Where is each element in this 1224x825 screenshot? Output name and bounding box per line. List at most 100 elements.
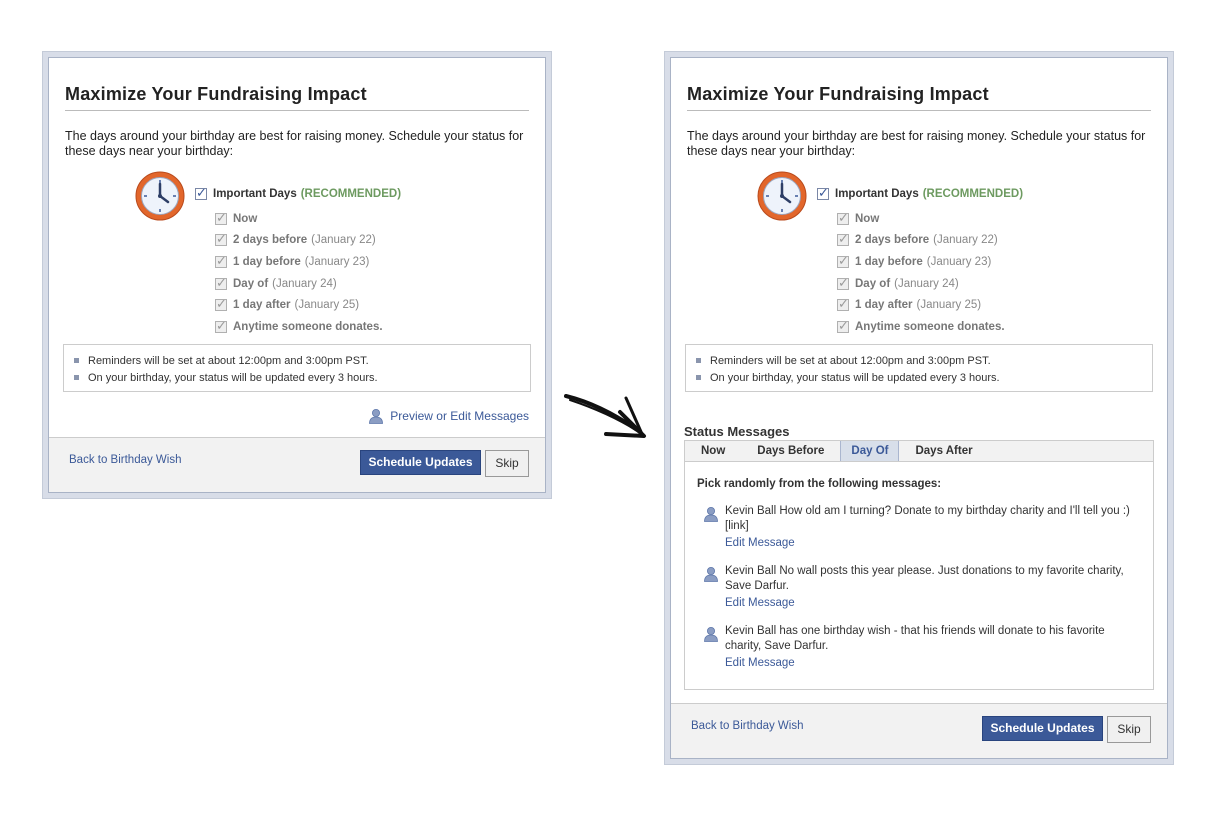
day-option-label: 1 day before bbox=[855, 255, 923, 268]
day-option-label: Day of bbox=[855, 277, 891, 290]
edit-message-link[interactable]: Edit Message bbox=[725, 597, 795, 609]
edit-message-link[interactable]: Edit Message bbox=[725, 537, 795, 549]
clock-icon bbox=[757, 171, 807, 221]
day-checkbox[interactable] bbox=[215, 231, 227, 247]
fundraising-dialog-before: Maximize Your Fundraising Impact The day… bbox=[42, 51, 552, 499]
day-checkbox[interactable] bbox=[837, 275, 849, 291]
day-option-label: Now bbox=[233, 212, 258, 225]
day-option-label: 2 days before bbox=[233, 234, 308, 247]
dialog-intro: The days around your birthday are best f… bbox=[65, 129, 524, 158]
recommended-label: (RECOMMENDED) bbox=[922, 188, 1024, 200]
day-option-label: 1 day before bbox=[233, 255, 301, 268]
note-text: On your birthday, your status will be up… bbox=[88, 371, 378, 384]
recommended-label: (RECOMMENDED) bbox=[300, 188, 402, 200]
note-item: On your birthday, your status will be up… bbox=[696, 369, 1152, 386]
day-option-day-of[interactable]: Day of(January 24) bbox=[215, 273, 387, 295]
bullet-icon bbox=[696, 375, 701, 380]
dialog-footer: Back to Birthday Wish Schedule Updates S… bbox=[671, 703, 1167, 758]
day-option-now[interactable]: Now bbox=[837, 208, 1009, 230]
day-option-1-day-before[interactable]: 1 day before(January 23) bbox=[837, 251, 1009, 273]
day-checkbox[interactable] bbox=[215, 210, 227, 226]
important-days-option[interactable]: Important Days (RECOMMENDED) bbox=[817, 185, 1024, 201]
person-icon bbox=[704, 567, 718, 582]
day-option-now[interactable]: Now bbox=[215, 208, 387, 230]
day-option-2-days-before[interactable]: 2 days before(January 22) bbox=[215, 230, 387, 252]
tab-now[interactable]: Now bbox=[685, 441, 741, 461]
tab-days-before[interactable]: Days Before bbox=[741, 441, 840, 461]
bullet-icon bbox=[696, 358, 701, 363]
note-item: Reminders will be set at about 12:00pm a… bbox=[74, 352, 530, 369]
day-option-label: Now bbox=[855, 212, 880, 225]
day-option-label: 2 days before bbox=[855, 234, 930, 247]
pick-randomly-label: Pick randomly from the following message… bbox=[697, 478, 942, 490]
important-days-option[interactable]: Important Days (RECOMMENDED) bbox=[195, 185, 402, 201]
day-option-anytime[interactable]: Anytime someone donates. bbox=[837, 316, 1009, 338]
dialog-body: Maximize Your Fundraising Impact The day… bbox=[48, 57, 546, 493]
person-icon bbox=[704, 627, 718, 642]
day-option-date: (January 22) bbox=[933, 234, 998, 247]
day-checkbox[interactable] bbox=[215, 253, 227, 269]
day-checkbox[interactable] bbox=[215, 296, 227, 312]
note-item: Reminders will be set at about 12:00pm a… bbox=[696, 352, 1152, 369]
note-text: Reminders will be set at about 12:00pm a… bbox=[710, 354, 991, 367]
note-text: Reminders will be set at about 12:00pm a… bbox=[88, 354, 369, 367]
back-to-birthday-wish-link[interactable]: Back to Birthday Wish bbox=[691, 720, 803, 732]
day-option-1-day-after[interactable]: 1 day after(January 25) bbox=[837, 294, 1009, 316]
day-checkbox[interactable] bbox=[837, 253, 849, 269]
day-checkbox[interactable] bbox=[215, 275, 227, 291]
day-options-list: Now 2 days before(January 22) 1 day befo… bbox=[215, 208, 387, 338]
day-option-1-day-before[interactable]: 1 day before(January 23) bbox=[215, 251, 387, 273]
important-days-checkbox[interactable] bbox=[195, 185, 207, 201]
back-to-birthday-wish-link[interactable]: Back to Birthday Wish bbox=[69, 454, 181, 466]
day-checkbox[interactable] bbox=[837, 231, 849, 247]
title-divider bbox=[687, 110, 1151, 111]
day-option-label: 1 day after bbox=[855, 299, 913, 312]
preview-edit-messages-link[interactable]: Preview or Edit Messages bbox=[368, 408, 529, 424]
day-option-date: (January 22) bbox=[311, 234, 376, 247]
day-option-label: 1 day after bbox=[233, 299, 291, 312]
day-option-date: (January 23) bbox=[926, 255, 992, 268]
note-text: On your birthday, your status will be up… bbox=[710, 371, 1000, 384]
day-option-day-of[interactable]: Day of(January 24) bbox=[837, 273, 1009, 295]
person-icon bbox=[369, 409, 384, 424]
day-option-date: (January 24) bbox=[894, 277, 959, 290]
bullet-icon bbox=[74, 375, 79, 380]
tab-day-of[interactable]: Day Of bbox=[840, 441, 900, 461]
day-options-list: Now 2 days before(January 22) 1 day befo… bbox=[837, 208, 1009, 338]
skip-button[interactable]: Skip bbox=[1107, 716, 1151, 743]
preview-link-text: Preview or Edit Messages bbox=[390, 409, 529, 423]
dialog-body: Maximize Your Fundraising Impact The day… bbox=[670, 57, 1168, 759]
title-divider bbox=[65, 110, 529, 111]
edit-message-link[interactable]: Edit Message bbox=[725, 657, 795, 669]
day-option-anytime[interactable]: Anytime someone donates. bbox=[215, 316, 387, 338]
schedule-updates-button[interactable]: Schedule Updates bbox=[360, 450, 481, 475]
dialog-title: Maximize Your Fundraising Impact bbox=[65, 84, 367, 104]
status-messages-heading: Status Messages bbox=[684, 424, 790, 439]
important-days-checkbox[interactable] bbox=[817, 185, 829, 201]
day-option-2-days-before[interactable]: 2 days before(January 22) bbox=[837, 230, 1009, 252]
day-option-label: Day of bbox=[233, 277, 269, 290]
day-checkbox[interactable] bbox=[837, 210, 849, 226]
day-option-label: Anytime someone donates. bbox=[233, 320, 383, 333]
day-checkbox[interactable] bbox=[837, 318, 849, 334]
important-days-label: Important Days bbox=[213, 188, 297, 200]
bullet-icon bbox=[74, 358, 79, 363]
day-option-date: (January 25) bbox=[916, 299, 982, 312]
skip-button[interactable]: Skip bbox=[485, 450, 529, 477]
schedule-updates-button[interactable]: Schedule Updates bbox=[982, 716, 1103, 741]
status-message-text: Kevin Ball How old am I turning? Donate … bbox=[725, 505, 1130, 532]
fundraising-dialog-after: Maximize Your Fundraising Impact The day… bbox=[664, 51, 1174, 765]
clock-icon bbox=[135, 171, 185, 221]
day-checkbox[interactable] bbox=[215, 318, 227, 334]
day-option-1-day-after[interactable]: 1 day after(January 25) bbox=[215, 294, 387, 316]
transition-arrow-icon bbox=[564, 394, 646, 438]
note-item: On your birthday, your status will be up… bbox=[74, 369, 530, 386]
reminder-notes: Reminders will be set at about 12:00pm a… bbox=[685, 344, 1153, 392]
tab-days-after[interactable]: Days After bbox=[899, 441, 988, 461]
person-icon bbox=[704, 507, 718, 522]
reminder-notes: Reminders will be set at about 12:00pm a… bbox=[63, 344, 531, 392]
day-checkbox[interactable] bbox=[837, 296, 849, 312]
status-message-text: Kevin Ball has one birthday wish - that … bbox=[725, 625, 1105, 652]
dialog-title: Maximize Your Fundraising Impact bbox=[687, 84, 989, 104]
day-option-date: (January 24) bbox=[272, 277, 337, 290]
